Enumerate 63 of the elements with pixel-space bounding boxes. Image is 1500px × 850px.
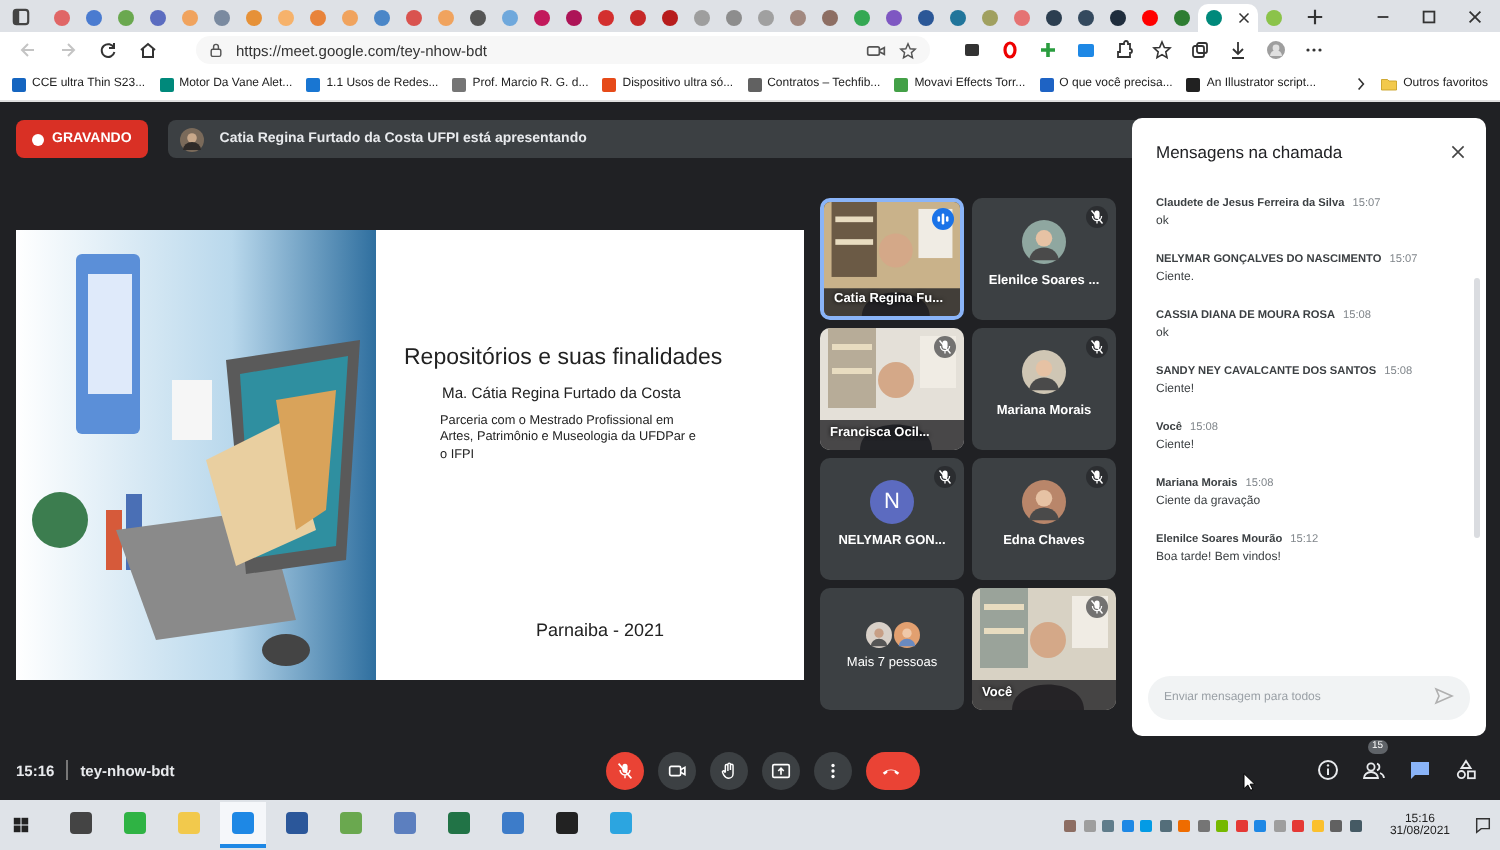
favorites-icon[interactable] [1152,40,1172,60]
notification-icon[interactable] [1474,816,1492,834]
tray-icon[interactable] [1254,819,1267,831]
back-icon [18,40,38,60]
lock-icon[interactable] [208,42,224,58]
chevron-icon[interactable] [1355,76,1366,92]
tray-icon[interactable] [1102,819,1115,831]
extensions-icon[interactable] [1114,40,1134,60]
tray-icon[interactable] [1349,819,1362,831]
close-icon[interactable] [1238,12,1250,24]
profile-avatar-icon[interactable] [1266,40,1286,60]
activities-icon [1454,758,1478,782]
camera-button[interactable] [658,751,696,789]
mic-off-icon [1086,596,1108,618]
maximize-icon[interactable] [1420,8,1438,26]
collections-icon[interactable] [1190,40,1210,60]
people-icon [1362,758,1386,782]
chat-title: Mensagens na chamada [1156,142,1343,162]
avatar-initial: N [870,479,914,523]
more-button[interactable] [814,751,852,789]
home-icon [138,40,158,60]
tray-icon[interactable] [1292,819,1305,831]
scrollbar[interactable] [1474,278,1480,538]
tray-icon[interactable] [1159,819,1172,831]
mouse-cursor-icon [1242,772,1256,792]
slide-title: Repositórios e suas finalidades [404,345,725,369]
tray-icon[interactable] [1330,819,1343,831]
tray-icon[interactable] [1235,819,1248,831]
mic-icon [614,759,636,781]
present-icon [770,759,792,781]
tray-icon[interactable] [1121,819,1134,831]
mic-off-icon [934,336,956,358]
mic-off-icon [934,466,956,488]
mic-off-icon [1086,336,1108,358]
reload-icon [98,40,118,60]
hand-icon [718,759,740,781]
new-tab-icon[interactable] [1306,8,1324,26]
hand-button[interactable] [710,751,748,789]
tab-actions-icon[interactable] [12,8,30,26]
forward-icon [58,40,78,60]
close-icon[interactable] [1466,8,1484,26]
download-icon[interactable] [1228,40,1248,60]
info-icon [1316,758,1340,782]
close-icon[interactable] [1450,144,1466,160]
hangup-button[interactable] [866,751,920,789]
speaking-indicator-icon [932,208,954,230]
tray-icon[interactable] [1197,819,1210,831]
chat-icon [1408,758,1432,782]
mic-off-icon [1086,206,1108,228]
info-button[interactable] [1314,756,1342,784]
activities-button[interactable] [1452,756,1480,784]
tray-icon[interactable] [1178,819,1191,831]
tray-icon[interactable] [1140,819,1153,831]
mic-off-icon [1086,466,1108,488]
tray-icon[interactable] [1064,819,1077,831]
star-icon[interactable] [898,41,918,59]
chat-button[interactable] [1406,756,1434,784]
present-button[interactable] [762,751,800,789]
folder-icon [1379,76,1398,92]
start-button[interactable] [12,816,30,834]
mic-button[interactable] [606,751,644,789]
camera-icon[interactable] [866,41,886,59]
slide-footer: Parnaiba - 2021 [536,619,804,639]
